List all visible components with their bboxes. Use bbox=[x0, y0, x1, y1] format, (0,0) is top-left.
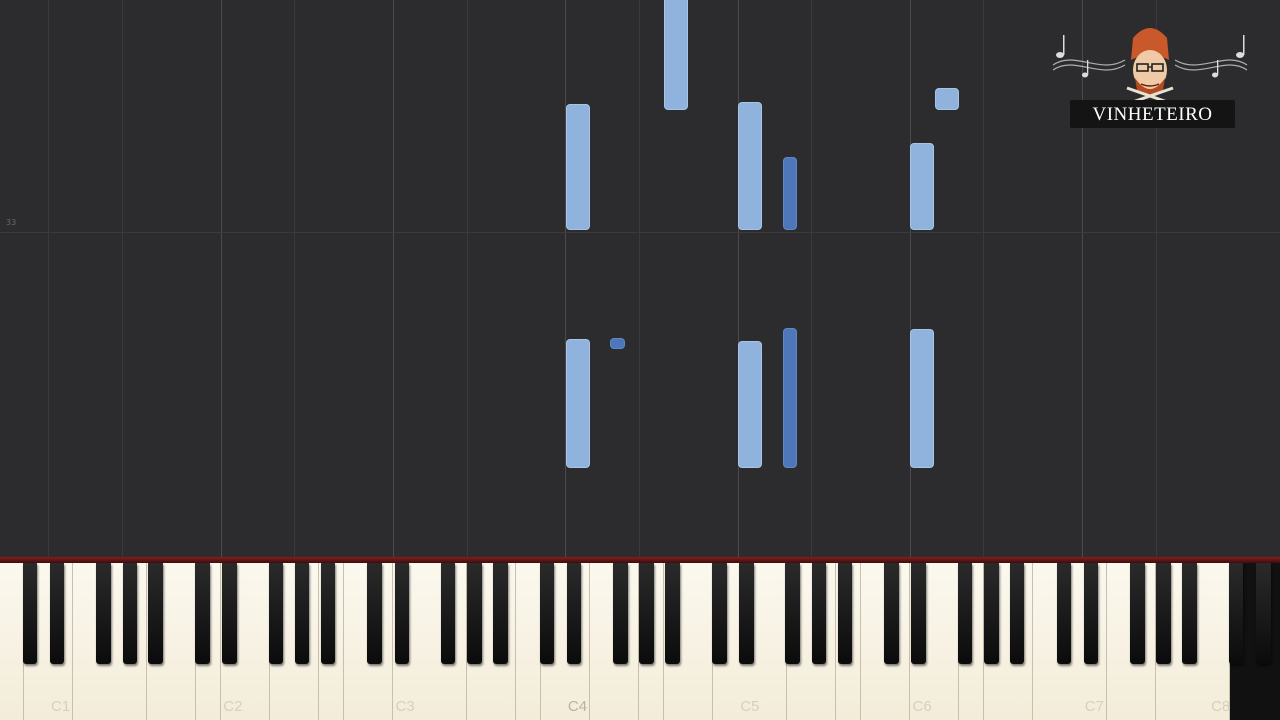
grid-line bbox=[910, 0, 911, 557]
black-key[interactable] bbox=[367, 563, 382, 664]
black-key[interactable] bbox=[884, 563, 899, 664]
octave-label-c7: C7 bbox=[1084, 698, 1104, 715]
grid-line bbox=[294, 0, 295, 557]
black-key[interactable] bbox=[493, 563, 508, 664]
white-key-c[interactable] bbox=[688, 563, 714, 720]
black-key[interactable] bbox=[96, 563, 111, 664]
white-key-c[interactable] bbox=[1205, 563, 1231, 720]
black-key[interactable] bbox=[268, 563, 284, 664]
white-key-f[interactable] bbox=[589, 563, 615, 720]
octave-label-c2: C2 bbox=[223, 698, 243, 715]
black-key[interactable] bbox=[957, 563, 973, 664]
black-key[interactable] bbox=[320, 563, 336, 664]
white-key-c[interactable] bbox=[860, 563, 886, 720]
black-key[interactable] bbox=[1182, 563, 1197, 664]
black-key[interactable] bbox=[1009, 563, 1025, 664]
white-key-c[interactable] bbox=[343, 563, 369, 720]
black-key[interactable] bbox=[1156, 563, 1171, 664]
black-key[interactable] bbox=[1083, 563, 1099, 664]
note-c6 bbox=[910, 329, 934, 468]
note-c6 bbox=[910, 143, 934, 230]
black-key[interactable] bbox=[1130, 563, 1145, 664]
black-key[interactable] bbox=[49, 563, 65, 664]
black-key[interactable] bbox=[712, 563, 727, 664]
grid-line bbox=[467, 0, 468, 557]
white-key-f[interactable] bbox=[72, 563, 98, 720]
black-key[interactable] bbox=[1056, 563, 1072, 664]
octave-label-c4: C4 bbox=[567, 698, 588, 715]
white-key-f[interactable] bbox=[762, 563, 788, 720]
black-key[interactable] bbox=[1256, 563, 1271, 664]
white-key-f[interactable] bbox=[934, 563, 960, 720]
black-key[interactable] bbox=[394, 563, 410, 664]
black-key[interactable] bbox=[1228, 563, 1244, 664]
black-key[interactable] bbox=[122, 563, 138, 664]
octave-label-c8: C8 bbox=[1211, 698, 1231, 715]
black-key[interactable] bbox=[566, 563, 582, 664]
black-key[interactable] bbox=[222, 563, 237, 664]
note-d6 bbox=[935, 88, 959, 110]
note-c5 bbox=[738, 341, 762, 468]
vinheteiro-logo-text: VINHETEIRO bbox=[1070, 100, 1235, 128]
note-c4 bbox=[566, 104, 590, 230]
grid-line bbox=[565, 0, 566, 557]
measure-number: 33 bbox=[6, 218, 17, 227]
white-key-c[interactable] bbox=[515, 563, 541, 720]
black-key[interactable] bbox=[195, 563, 210, 664]
grid-line bbox=[393, 0, 394, 557]
black-key[interactable] bbox=[911, 563, 926, 664]
black-key[interactable] bbox=[984, 563, 999, 664]
grid-line bbox=[48, 0, 49, 557]
black-key[interactable] bbox=[739, 563, 754, 664]
measure-line bbox=[0, 232, 1280, 233]
grid-line bbox=[221, 0, 222, 557]
octave-label-c3: C3 bbox=[395, 698, 415, 715]
white-key-f[interactable] bbox=[245, 563, 271, 720]
black-key[interactable] bbox=[785, 563, 800, 664]
octave-label-c1: C1 bbox=[51, 698, 71, 715]
note-c5 bbox=[738, 102, 762, 230]
black-key[interactable] bbox=[665, 563, 680, 664]
black-key[interactable] bbox=[811, 563, 827, 664]
black-key[interactable] bbox=[148, 563, 163, 664]
grid-line bbox=[738, 0, 739, 557]
note-d5 bbox=[783, 157, 797, 230]
black-key[interactable] bbox=[613, 563, 628, 664]
white-key-f[interactable] bbox=[1106, 563, 1132, 720]
note-d4 bbox=[610, 338, 625, 349]
white-key-c[interactable] bbox=[171, 563, 197, 720]
octave-label-c5: C5 bbox=[740, 698, 760, 715]
grid-line bbox=[983, 0, 984, 557]
white-key-c[interactable] bbox=[0, 563, 25, 720]
black-key[interactable] bbox=[539, 563, 555, 664]
black-key[interactable] bbox=[440, 563, 456, 664]
white-key-c[interactable] bbox=[1032, 563, 1058, 720]
black-key[interactable] bbox=[22, 563, 38, 664]
octave-label-c6: C6 bbox=[912, 698, 932, 715]
black-key[interactable] bbox=[467, 563, 482, 664]
white-key-f[interactable] bbox=[417, 563, 443, 720]
note-c4 bbox=[566, 339, 590, 468]
grid-line bbox=[122, 0, 123, 557]
black-key[interactable] bbox=[639, 563, 654, 664]
grid-line bbox=[811, 0, 812, 557]
black-key[interactable] bbox=[837, 563, 853, 664]
note-d5 bbox=[783, 328, 797, 468]
black-key[interactable] bbox=[294, 563, 310, 664]
grid-line bbox=[639, 0, 640, 557]
note-e4 bbox=[664, 0, 688, 110]
